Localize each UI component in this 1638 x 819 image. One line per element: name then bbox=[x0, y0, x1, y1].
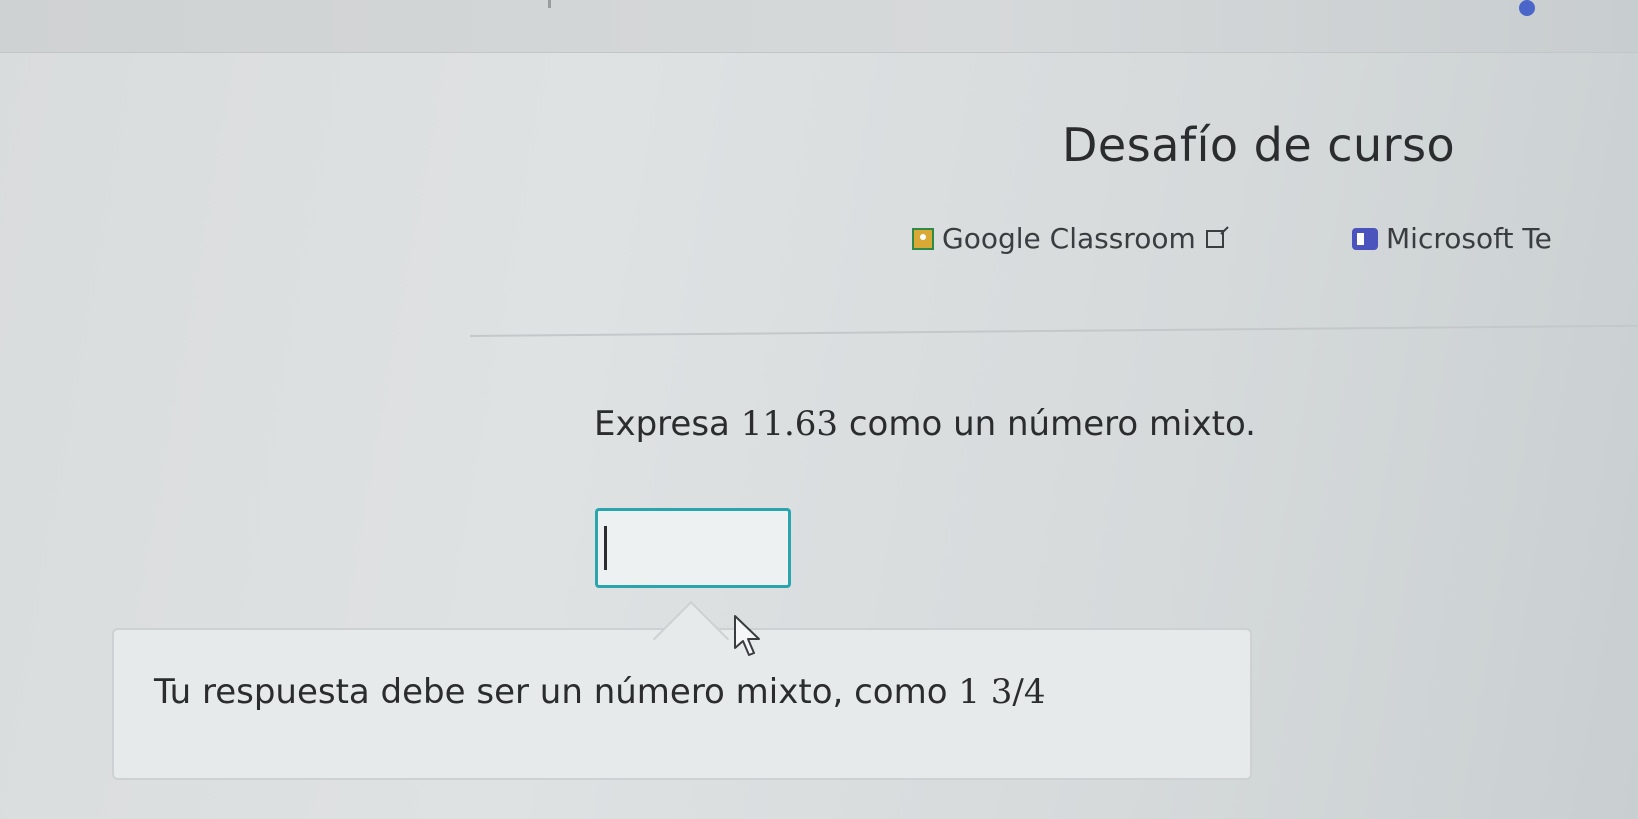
microsoft-teams-link[interactable]: Microsoft Te bbox=[1352, 222, 1552, 255]
top-bar-mark bbox=[548, 0, 551, 8]
top-bar-dot bbox=[1519, 0, 1535, 16]
question-prefix: Expresa bbox=[594, 404, 741, 444]
answer-input[interactable] bbox=[595, 508, 791, 588]
question-number: 11.63 bbox=[740, 404, 839, 444]
google-classroom-label: Google Classroom bbox=[942, 222, 1196, 255]
page-title: Desafío de curso bbox=[1062, 118, 1456, 172]
hint-example: 1 3/4 bbox=[958, 672, 1046, 712]
google-classroom-link[interactable]: Google Classroom bbox=[912, 222, 1224, 255]
text-caret bbox=[604, 526, 607, 570]
hint-prefix: Tu respuesta debe ser un número mixto, c… bbox=[154, 672, 959, 712]
microsoft-teams-label: Microsoft Te bbox=[1386, 222, 1552, 255]
hint-text: Tu respuesta debe ser un número mixto, c… bbox=[154, 672, 1046, 712]
share-links: Google Classroom Microsoft Te bbox=[912, 222, 1638, 258]
question-suffix: como un número mixto. bbox=[838, 404, 1256, 444]
top-bar bbox=[0, 0, 1638, 53]
google-classroom-icon bbox=[912, 227, 934, 250]
microsoft-teams-icon bbox=[1352, 227, 1378, 250]
section-divider bbox=[469, 324, 1638, 337]
mouse-pointer-icon bbox=[734, 615, 760, 656]
question-text: Expresa 11.63 como un número mixto. bbox=[594, 404, 1256, 444]
external-link-icon bbox=[1205, 229, 1224, 248]
